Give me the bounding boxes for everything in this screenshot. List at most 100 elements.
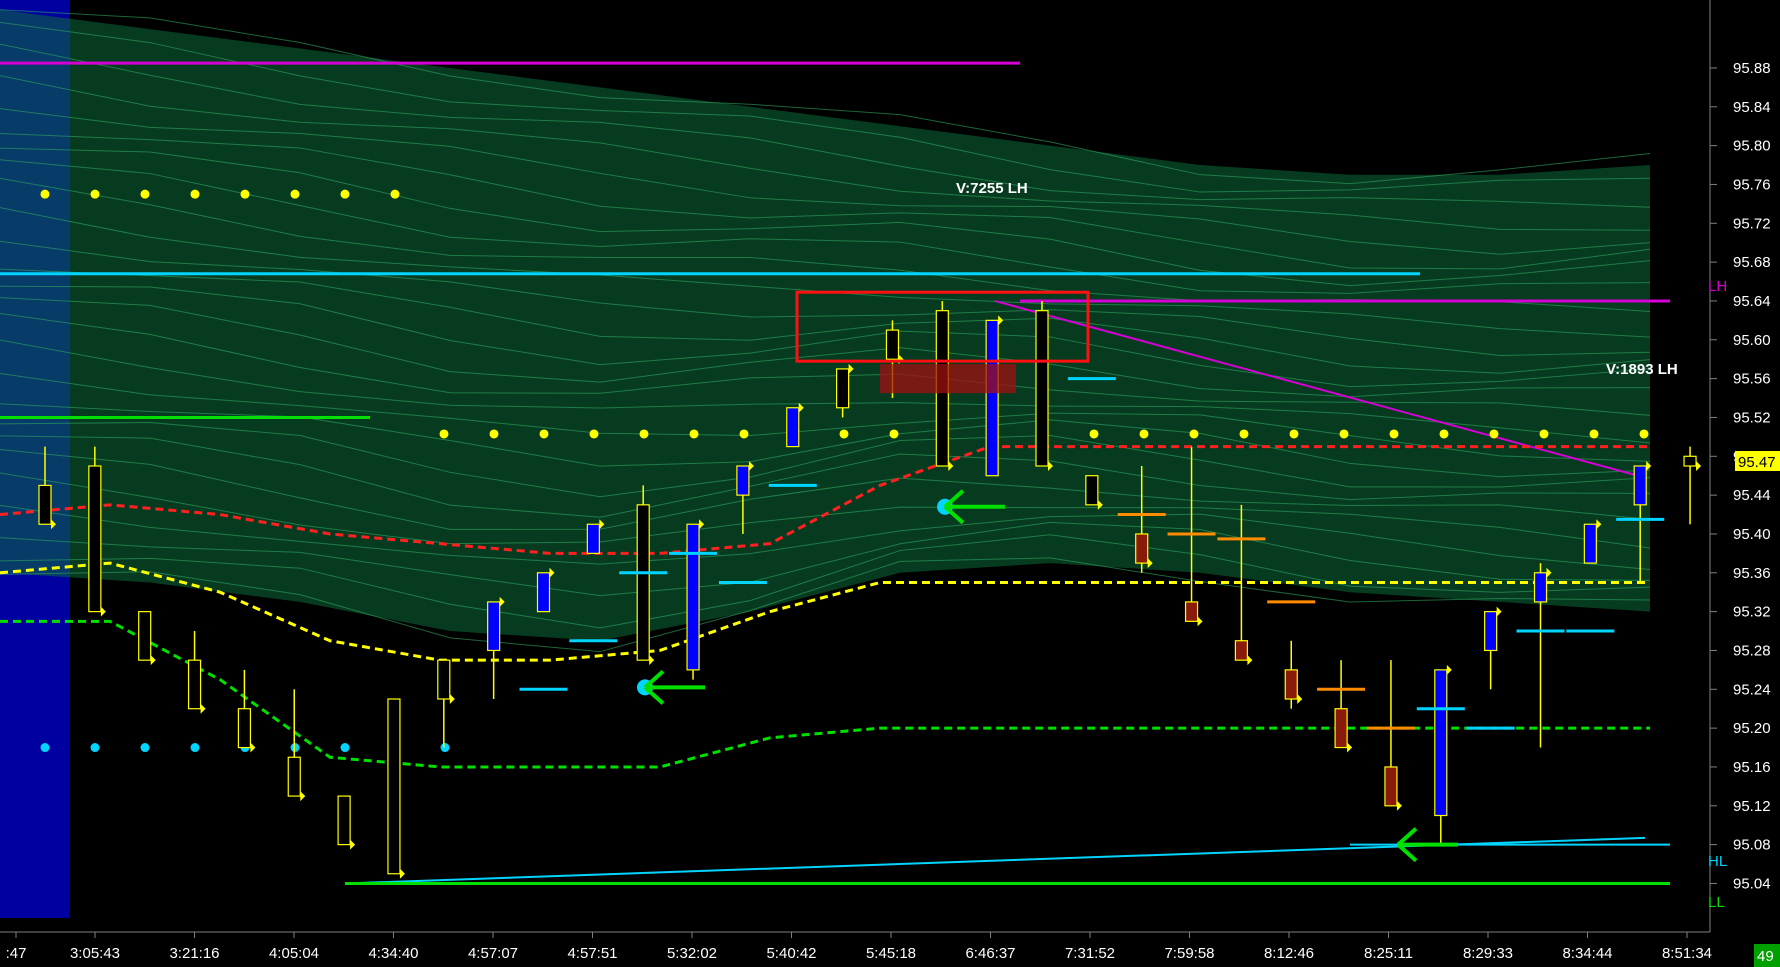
yellow-dot xyxy=(439,429,449,439)
yellow-dot xyxy=(390,189,400,199)
yellow-dot xyxy=(639,429,649,439)
x-tick-label: 4:57:07 xyxy=(468,945,518,962)
cyan-dot xyxy=(340,743,350,753)
yellow-dot xyxy=(539,429,549,439)
y-tick-label: 95.08 xyxy=(1733,837,1771,854)
yellow-dot xyxy=(340,189,350,199)
candle-body xyxy=(736,465,750,496)
candle-body xyxy=(1434,669,1448,817)
x-tick-label: 6:46:37 xyxy=(965,945,1015,962)
y-tick-label: 95.52 xyxy=(1733,409,1771,426)
candle-body xyxy=(88,465,102,613)
yellow-dot xyxy=(1189,429,1199,439)
x-tick-label: 8:29:33 xyxy=(1463,945,1513,962)
candle-body xyxy=(586,523,600,554)
yellow-dot xyxy=(40,189,50,199)
y-tick-label: 95.44 xyxy=(1733,487,1771,504)
cyan-dot xyxy=(40,743,50,753)
cyan-dot xyxy=(140,743,150,753)
yellow-dot xyxy=(839,429,849,439)
y-tick-label: 95.84 xyxy=(1733,99,1771,116)
yellow-dot xyxy=(1439,429,1449,439)
yellow-dot xyxy=(1089,429,1099,439)
y-tick-label: 95.04 xyxy=(1733,875,1771,892)
annotation-v1893: V:1893 LH xyxy=(1606,361,1678,378)
x-tick-label: :47 xyxy=(6,945,27,962)
candle-body xyxy=(1633,465,1647,506)
x-tick-label: 8:34:44 xyxy=(1562,945,1612,962)
x-tick-label: 5:40:42 xyxy=(766,945,816,962)
candle-body xyxy=(187,659,202,710)
x-tick-label: 8:51:34 xyxy=(1662,945,1712,962)
candle-body xyxy=(1035,310,1049,467)
x-tick-label: 4:34:40 xyxy=(368,945,418,962)
candle-body xyxy=(237,708,251,749)
yellow-dot xyxy=(1339,429,1349,439)
y-tick-label: 95.32 xyxy=(1733,604,1771,621)
candle-body xyxy=(387,698,401,875)
candle-body xyxy=(1384,766,1398,807)
x-tick-label: 7:59:58 xyxy=(1164,945,1214,962)
yellow-dot xyxy=(1389,429,1399,439)
candle-body xyxy=(1533,572,1548,603)
candle-body xyxy=(885,329,900,360)
candle-body xyxy=(287,756,301,797)
y-tick-label: 95.88 xyxy=(1733,60,1771,77)
candle-body xyxy=(686,523,700,671)
yellow-dot xyxy=(589,429,599,439)
y-tick-label: 95.24 xyxy=(1733,681,1771,698)
yellow-dot xyxy=(190,189,200,199)
x-tick-label: 7:31:52 xyxy=(1065,945,1115,962)
x-tick-label: 3:05:43 xyxy=(70,945,120,962)
y-axis: 95.88 95.84 95.80 95.76 95.72 95.68 95.64 95.60… xyxy=(1710,60,1771,892)
yellow-dot xyxy=(140,189,150,199)
candle-body xyxy=(1484,611,1498,652)
y-tick-label: 95.56 xyxy=(1733,371,1771,388)
current-price-label: 95.47 xyxy=(1738,454,1776,471)
level-label-ll: LL xyxy=(1708,894,1725,911)
y-tick-label: 95.68 xyxy=(1733,254,1771,271)
y-tick-label: 95.64 xyxy=(1733,293,1771,310)
candle-body xyxy=(1085,475,1099,506)
x-tick-label: 4:57:51 xyxy=(567,945,617,962)
y-tick-label: 95.12 xyxy=(1733,798,1771,815)
y-tick-label: 95.76 xyxy=(1733,176,1771,193)
yellow-dot xyxy=(1239,429,1249,439)
x-tick-label: 8:12:46 xyxy=(1264,945,1314,962)
candle-body xyxy=(1583,523,1597,564)
yellow-dot xyxy=(1139,429,1149,439)
x-tick-label: 8:25:11 xyxy=(1364,945,1413,962)
y-tick-label: 95.16 xyxy=(1733,759,1771,776)
yellow-dot xyxy=(90,189,100,199)
x-tick-label: 5:45:18 xyxy=(866,945,916,962)
price-chart[interactable]: V:7255 LH V:1893 LH 95.88 95.84 95.80 95.76… xyxy=(0,0,1780,967)
cyan-dot xyxy=(90,743,100,753)
yellow-dot xyxy=(689,429,699,439)
candle-body xyxy=(337,795,351,846)
y-tick-label: 95.40 xyxy=(1733,526,1771,543)
annotation-v7255: V:7255 LH xyxy=(956,180,1028,197)
yellow-dot xyxy=(1639,429,1649,439)
candle-body xyxy=(38,484,52,525)
yellow-dot xyxy=(739,429,749,439)
candle-body xyxy=(786,407,800,448)
candle-body xyxy=(636,504,650,661)
y-tick-label: 95.36 xyxy=(1733,565,1771,582)
candle-body xyxy=(1334,708,1348,749)
corner-badge-label: 49 xyxy=(1757,948,1774,965)
yellow-dot xyxy=(489,429,499,439)
yellow-dot xyxy=(240,189,250,199)
x-tick-label: 4:05:04 xyxy=(269,945,319,962)
candle-body xyxy=(138,611,152,661)
x-axis: :47 3:05:43 3:21:16 4:05:04 4:34:40 4:57:07 4:… xyxy=(6,932,1712,962)
cyan-dot xyxy=(440,743,450,753)
y-tick-label: 95.72 xyxy=(1733,215,1771,232)
y-tick-label: 95.20 xyxy=(1733,720,1771,737)
candle-body xyxy=(1184,601,1199,622)
yellow-dot xyxy=(1489,429,1499,439)
candle-body xyxy=(835,368,850,409)
candle-body xyxy=(437,659,451,700)
yellow-dot xyxy=(1539,429,1549,439)
level-label-lh: LH xyxy=(1708,278,1727,295)
x-tick-label: 3:21:16 xyxy=(169,945,219,962)
